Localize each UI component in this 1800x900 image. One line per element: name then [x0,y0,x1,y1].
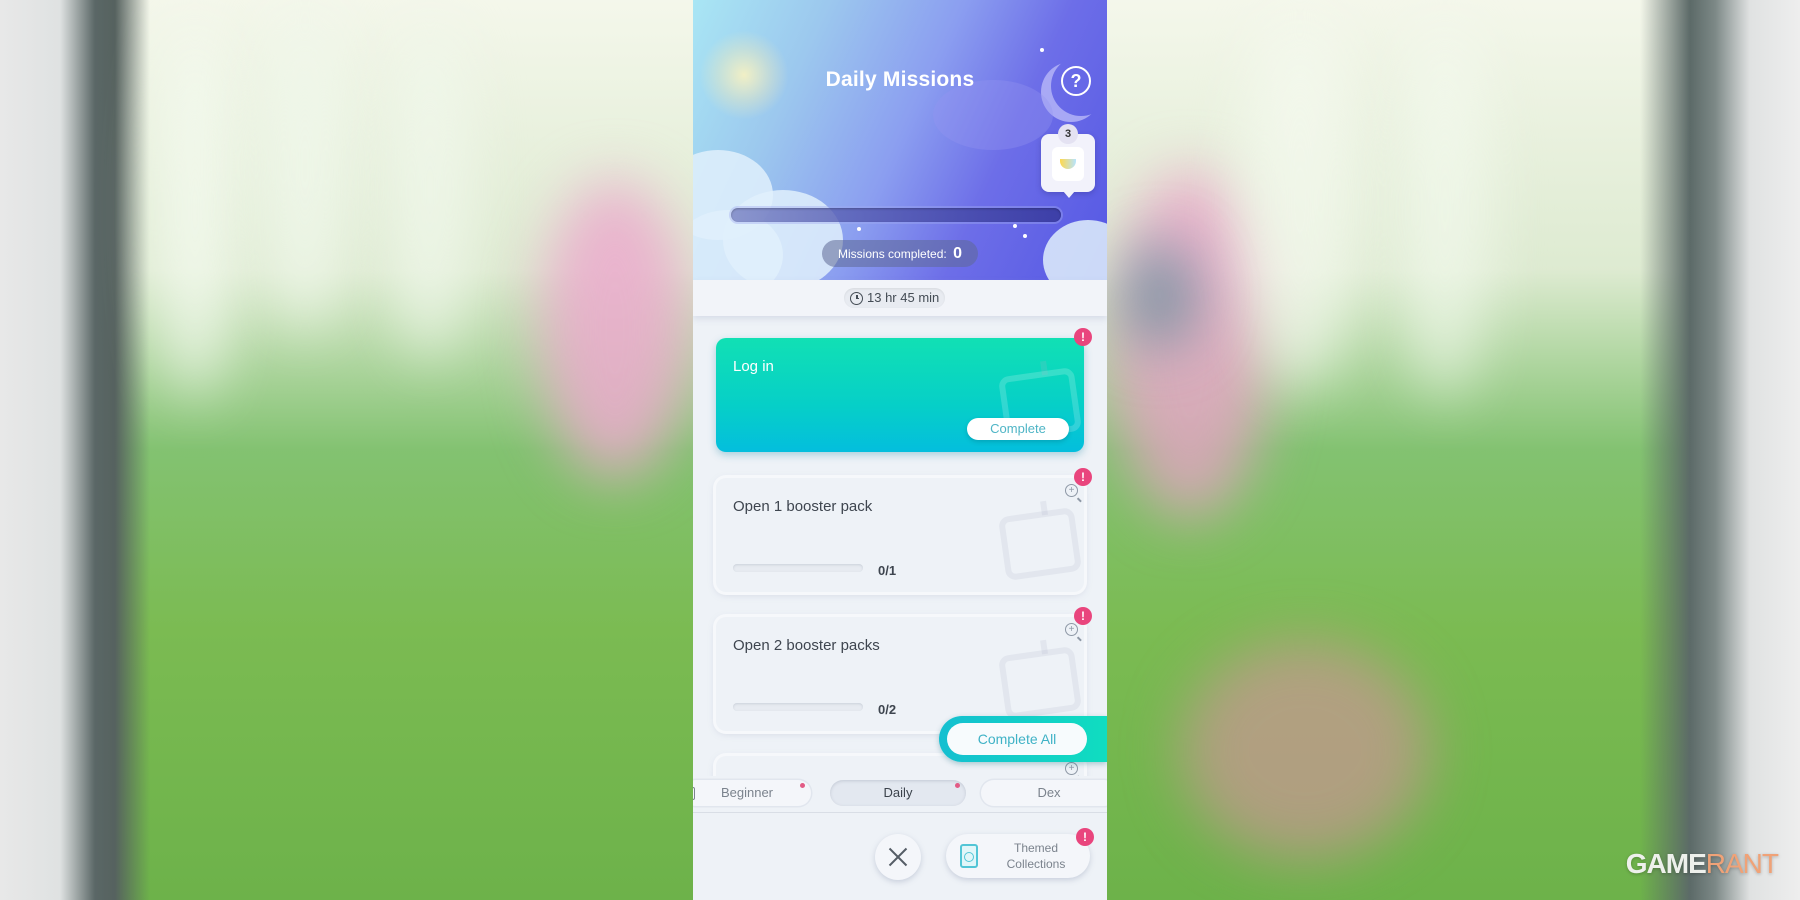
missions-completed-label: Missions completed: [838,247,947,261]
star-decoration [1040,48,1044,52]
themed-label-line1: Themed [1013,841,1059,855]
alert-badge: ! [1074,468,1092,486]
time-remaining-text: 13 hr 45 min [867,290,940,305]
watermark-part1: GAME [1625,848,1707,879]
bg-frame-edge [1640,0,1800,900]
daily-missions-screen: Daily Missions ? 3 Missions completed: 0… [693,0,1107,900]
tab-beginner[interactable]: Beginner [693,780,811,806]
card-collection-icon [960,844,978,868]
mission-label: Log in [733,358,774,375]
star-decoration [1013,224,1017,228]
calendar-icon [997,507,1083,581]
mission-tabs: Beginner Daily Dex [693,776,1107,813]
alert-badge: ! [1076,828,1094,846]
notification-dot [800,783,805,788]
mission-list[interactable]: Log in ! Complete Open 1 booster pack + … [693,316,1107,776]
complete-button[interactable]: Complete [967,418,1069,440]
alert-badge: ! [1074,607,1092,625]
complete-all-button[interactable]: Complete All [947,723,1087,755]
tab-dex[interactable]: Dex [981,780,1107,806]
bg-blob [1400,20,1490,400]
bg-blob [1240,10,1360,390]
zoom-in-icon[interactable]: + [1065,762,1078,775]
time-remaining: 13 hr 45 min [844,288,946,308]
mission-progress-count: 0/1 [878,563,897,578]
missions-completed-value: 0 [953,245,962,262]
zoom-in-icon[interactable]: + [1065,623,1078,636]
mission-progress-count: 0/2 [878,702,897,717]
themed-collections-button[interactable]: Themed Collections ! [946,828,1094,878]
complete-all-container: Complete All [939,716,1107,762]
mission-label: Open 1 booster pack [733,498,873,515]
star-decoration [857,227,861,231]
bg-blob [1120,240,1200,350]
themed-label-line2: Collections [1006,857,1066,871]
tab-label: Daily [883,785,913,800]
reward-count-badge: 3 [1058,124,1078,144]
clock-icon [850,291,863,305]
themed-collections-label: Themed Collections [992,840,1080,872]
cloud-decoration [1043,220,1107,280]
calendar-icon [693,787,695,800]
bg-blob [540,180,690,480]
missions-progress-bar [731,208,1061,222]
gamerant-watermark: GAMERANT [1625,848,1779,880]
bg-blob [1180,640,1430,860]
mission-card-open-1-pack[interactable]: Open 1 booster pack + ! 0/1 [716,468,1092,592]
mission-card-log-in[interactable]: Log in ! Complete [716,328,1092,452]
star-decoration [1023,234,1027,238]
mission-progress-bar [733,703,863,711]
bg-blob [260,0,350,330]
mission-progress-bar [733,564,863,572]
close-button[interactable] [875,834,921,880]
mission-label: Open 2 booster packs [733,637,880,654]
calendar-icon [997,646,1083,720]
notification-dot [955,783,960,788]
help-button[interactable]: ? [1061,66,1091,96]
bg-blob [390,20,470,360]
mission-card-open-2-packs[interactable]: Open 2 booster packs + ! 0/2 [716,607,1092,731]
missions-header: Daily Missions ? 3 Missions completed: 0 [693,0,1107,280]
zoom-in-icon[interactable]: + [1065,484,1078,497]
tab-label: Beginner [720,785,774,800]
alert-badge: ! [1074,328,1092,346]
trophy-icon [1052,147,1084,181]
reward-preview[interactable]: 3 [1041,124,1095,198]
bg-blob [160,20,230,400]
page-title: Daily Missions [825,68,975,91]
tab-daily[interactable]: Daily [830,780,966,806]
timer-bar: 13 hr 45 min [693,280,1107,316]
tab-label: Dex [1037,785,1061,800]
missions-completed-counter: Missions completed: 0 [822,240,978,267]
watermark-part2: RANT [1705,848,1779,879]
